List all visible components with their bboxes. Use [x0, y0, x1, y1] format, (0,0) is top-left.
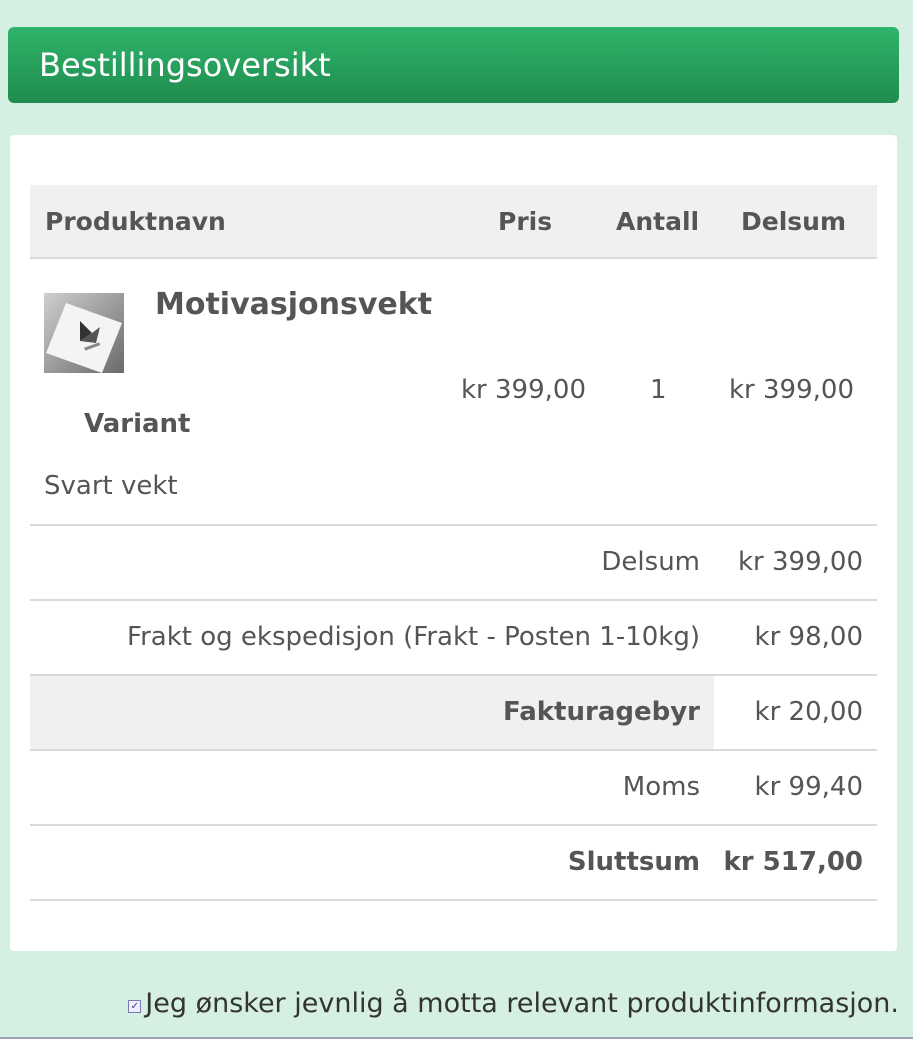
product-thumbnail[interactable]	[44, 293, 124, 373]
vat-value: kr 99,40	[754, 772, 863, 802]
variant-label: Variant	[84, 409, 191, 439]
product-name[interactable]: Motivasjonsvekt	[155, 287, 432, 322]
summary-row-total: Sluttsum kr 517,00	[30, 826, 877, 899]
summary-row-shipping: Frakt og ekspedisjon (Frakt - Posten 1-1…	[30, 601, 877, 674]
subtotal-value: kr 399,00	[738, 547, 863, 577]
consent-checkbox[interactable]: ✓	[128, 1000, 142, 1013]
shipping-value: kr 98,00	[754, 622, 863, 652]
shipping-label: Frakt og ekspedisjon (Frakt - Posten 1-1…	[127, 622, 700, 652]
order-summary-panel: Produktnavn Pris Antall Delsum Motivasjo…	[10, 135, 897, 951]
summary-row-vat: Moms kr 99,40	[30, 751, 877, 824]
table-header: Produktnavn Pris Antall Delsum	[30, 185, 877, 259]
product-quantity: 1	[650, 375, 667, 405]
product-info-consent[interactable]: ✓ Jeg ønsker jevnlig å motta relevant pr…	[128, 988, 899, 1019]
vat-label: Moms	[622, 772, 700, 802]
column-header-product: Produktnavn	[45, 207, 226, 236]
column-header-subtotal: Delsum	[741, 207, 847, 236]
consent-label[interactable]: Jeg ønsker jevnlig å motta relevant prod…	[145, 988, 899, 1019]
column-header-price: Pris	[498, 207, 553, 236]
summary-row-subtotal: Delsum kr 399,00	[30, 526, 877, 599]
column-header-quantity: Antall	[616, 207, 700, 236]
page-title: Bestillingsoversikt	[39, 46, 331, 84]
summary-row-invoice-fee: Fakturagebyr kr 20,00	[30, 676, 877, 749]
invoice-fee-value: kr 20,00	[754, 697, 863, 727]
invoice-fee-label: Fakturagebyr	[502, 697, 700, 727]
product-subtotal: kr 399,00	[729, 375, 854, 405]
row-divider	[30, 899, 877, 901]
product-price: kr 399,00	[461, 375, 586, 405]
variant-value: Svart vekt	[44, 471, 178, 501]
total-label: Sluttsum	[567, 847, 700, 877]
order-summary-header: Bestillingsoversikt	[8, 27, 899, 103]
total-value: kr 517,00	[723, 847, 864, 877]
subtotal-label: Delsum	[601, 547, 700, 577]
